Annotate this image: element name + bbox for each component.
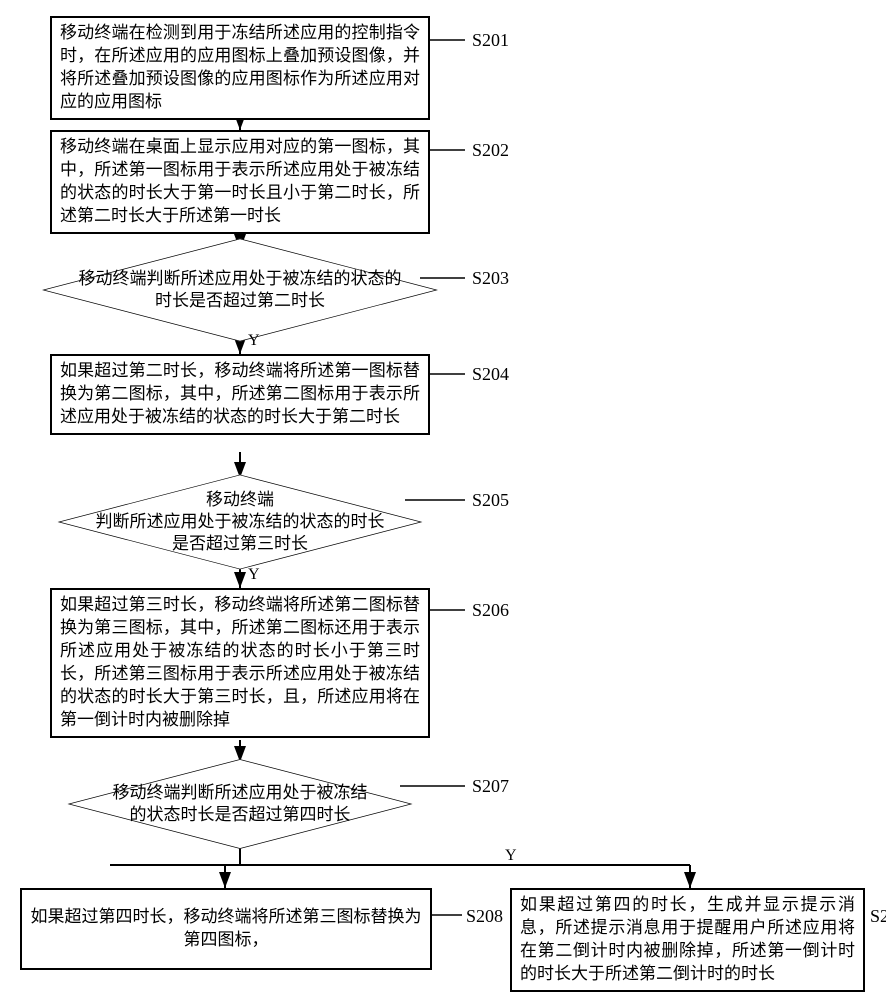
label-s205: S205	[472, 490, 509, 511]
label-s202: S202	[472, 140, 509, 161]
label-s208: S208	[466, 906, 503, 927]
step-s201: 移动终端在检测到用于冻结所述应用的控制指令时，在所述应用的应用图标上叠加预设图像…	[50, 16, 430, 120]
decision-line: 移动终端	[88, 489, 392, 511]
decision-s205: 移动终端 判断所述应用处于被冻结的状态的时长 是否超过第三时长	[60, 478, 420, 566]
label-s206: S206	[472, 600, 509, 621]
step-s208: 如果超过第四时长，移动终端将所述第三图标替换为第四图标，	[20, 888, 432, 970]
step-text: 移动终端在桌面上显示应用对应的第一图标，其中，所述第一图标用于表示所述应用处于被…	[60, 137, 420, 225]
step-s202: 移动终端在桌面上显示应用对应的第一图标，其中，所述第一图标用于表示所述应用处于被…	[50, 130, 430, 234]
label-s207: S207	[472, 776, 509, 797]
step-s204: 如果超过第二时长，移动终端将所述第一图标替换为第二图标，其中，所述第二图标用于表…	[50, 354, 430, 435]
step-text: 如果超过第三时长，移动终端将所述第二图标替换为第三图标，其中，所述第二图标还用于…	[60, 595, 420, 729]
decision-line: 是否超过第三时长	[88, 533, 392, 555]
branch-y: Y	[505, 847, 517, 865]
branch-y: Y	[248, 566, 260, 584]
step-text: 如果超过第四时长，移动终端将所述第三图标替换为第四图标，	[30, 906, 422, 952]
step-s209: 如果超过第四的时长，生成并显示提示消息，所述提示消息用于提醒用户所述应用将在第二…	[510, 888, 865, 992]
step-s206: 如果超过第三时长，移动终端将所述第二图标替换为第三图标，其中，所述第二图标还用于…	[50, 588, 430, 738]
decision-line: 移动终端判断所述应用处于被冻结	[98, 782, 382, 804]
decision-s203: 移动终端判断所述应用处于被冻结的状态的 时长是否超过第二时长	[45, 250, 435, 330]
label-s201: S201	[472, 30, 509, 51]
label-s203: S203	[472, 268, 509, 289]
decision-s207: 移动终端判断所述应用处于被冻结 的状态时长是否超过第四时长	[70, 762, 410, 846]
step-text: 如果超过第四的时长，生成并显示提示消息，所述提示消息用于提醒用户所述应用将在第二…	[520, 895, 855, 983]
decision-line: 移动终端判断所述应用处于被冻结的状态的	[73, 268, 407, 290]
decision-line: 的状态时长是否超过第四时长	[98, 804, 382, 826]
label-s204: S204	[472, 364, 509, 385]
decision-line: 判断所述应用处于被冻结的状态的时长	[88, 511, 392, 533]
flowchart-canvas: 移动终端在检测到用于冻结所述应用的控制指令时，在所述应用的应用图标上叠加预设图像…	[10, 10, 876, 990]
step-text: 移动终端在检测到用于冻结所述应用的控制指令时，在所述应用的应用图标上叠加预设图像…	[60, 23, 420, 111]
branch-y: Y	[248, 332, 260, 350]
decision-line: 时长是否超过第二时长	[73, 290, 407, 312]
step-text: 如果超过第二时长，移动终端将所述第一图标替换为第二图标，其中，所述第二图标用于表…	[60, 361, 420, 426]
label-s209: S209	[870, 906, 886, 927]
